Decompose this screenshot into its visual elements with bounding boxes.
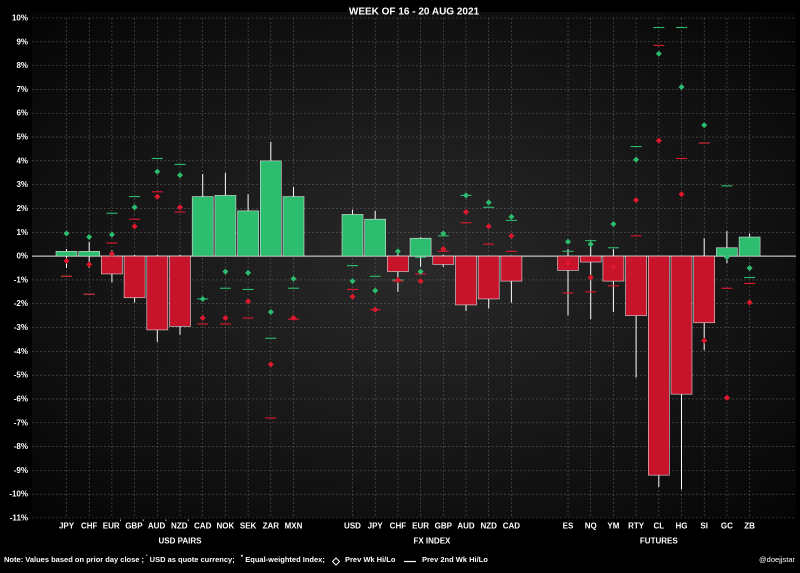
x-tick-label: CHF: [81, 522, 98, 531]
x-tick-label: NOK: [217, 522, 235, 531]
bar: [169, 255, 191, 327]
y-tick-label: 6%: [16, 109, 28, 118]
group-label: USD PAIRS: [159, 537, 203, 546]
x-tick-label: AUD: [457, 522, 475, 531]
bar: [55, 251, 78, 257]
bar: [500, 255, 523, 282]
x-tick-label: NQ: [585, 522, 597, 531]
bar: [625, 255, 647, 316]
footer-eq-index: Equal-weighted Index;: [245, 555, 325, 564]
y-tick-label: -6%: [14, 394, 28, 403]
x-tick-label: SEK: [240, 522, 257, 531]
footer-star-mark: *: [241, 555, 244, 561]
y-tick-label: -3%: [14, 323, 28, 332]
y-tick-label: -5%: [14, 371, 28, 380]
y-tick-label: -10%: [9, 490, 28, 499]
bar: [477, 255, 500, 300]
y-tick-label: 10%: [12, 14, 28, 23]
x-tick-label: EUR': [103, 520, 122, 531]
bar: [341, 214, 364, 257]
y-tick-label: -8%: [14, 442, 28, 451]
bar: [259, 160, 282, 257]
bar: [101, 255, 123, 275]
x-tick-label: JPY: [368, 522, 384, 531]
y-tick-label: -2%: [14, 299, 28, 308]
legend-diamond-label: Prev Wk Hi/Lo: [345, 555, 396, 564]
x-tick-label: CAD: [503, 522, 521, 531]
bar: [670, 255, 693, 395]
bar: [146, 255, 169, 331]
group-label: FUTURES: [640, 537, 678, 546]
x-tick-label: YM: [607, 522, 619, 531]
bar: [738, 236, 761, 257]
footer-note: Note: Values based on prior day close ;: [4, 555, 144, 564]
bar: [364, 218, 387, 257]
y-tick-label: 3%: [16, 180, 28, 189]
y-tick-label: 0%: [16, 252, 28, 261]
y-tick-label: -4%: [14, 347, 28, 356]
y-tick-label: 2%: [16, 204, 28, 213]
group-label: FX INDEX: [413, 537, 451, 546]
x-tick-label: SI: [700, 522, 708, 531]
bar: [432, 255, 455, 265]
bar: [409, 237, 432, 257]
x-tick-label: ZB: [744, 522, 755, 531]
x-tick-label: MXN: [285, 522, 303, 531]
x-tick-label: GBP: [435, 522, 453, 531]
bar: [123, 255, 146, 299]
x-tick-label: NZD': [171, 520, 189, 531]
y-tick-label: 8%: [16, 61, 28, 70]
y-tick-label: -7%: [14, 418, 28, 427]
x-tick-label: JPY: [59, 522, 75, 531]
y-tick-label: 1%: [16, 228, 28, 237]
x-tick-label: GBP': [125, 520, 144, 531]
x-tick-label: CHF: [390, 522, 407, 531]
x-tick-label: ES: [563, 522, 574, 531]
x-tick-label: RTY: [628, 522, 645, 531]
handle: @doejjstar: [759, 555, 795, 564]
bar: [647, 255, 670, 476]
legend-line-label: Prev 2nd Wk Hi/Lo: [422, 555, 488, 564]
x-tick-label: ZAR: [263, 522, 280, 531]
bar: [282, 196, 305, 257]
bar: [214, 195, 237, 257]
x-tick-label: NZD: [480, 522, 497, 531]
y-tick-label: 9%: [16, 37, 28, 46]
bar: [693, 255, 716, 324]
bar: [455, 255, 477, 306]
y-tick-label: -9%: [14, 466, 28, 475]
x-tick-label: USD: [344, 522, 361, 531]
bar: [78, 251, 100, 257]
footer-usd-quote: USD as quote currency;: [150, 555, 235, 564]
y-tick-label: 7%: [16, 85, 28, 94]
bar: [387, 255, 409, 272]
y-tick-label: -11%: [10, 514, 28, 523]
bar: [191, 196, 214, 257]
x-tick-label: EUR: [412, 522, 429, 531]
x-tick-label: AUD': [148, 520, 167, 531]
x-tick-label: GC: [721, 522, 733, 531]
x-tick-label: CAD: [194, 522, 212, 531]
chart: WEEK OF 16 - 20 AUG 2021 10% 9% 8% 7% 6% 5% 4%…: [0, 0, 800, 573]
footer-sup-mark: ': [146, 555, 148, 561]
y-tick-label: -1%: [14, 275, 28, 284]
bar: [237, 210, 259, 257]
x-tick-label: CL: [653, 522, 664, 531]
y-tick-label: 4%: [16, 156, 28, 165]
bar: [579, 255, 602, 263]
chart-title: WEEK OF 16 - 20 AUG 2021: [349, 7, 480, 18]
y-tick-label: 5%: [16, 133, 28, 142]
x-tick-label: HG: [676, 522, 688, 531]
